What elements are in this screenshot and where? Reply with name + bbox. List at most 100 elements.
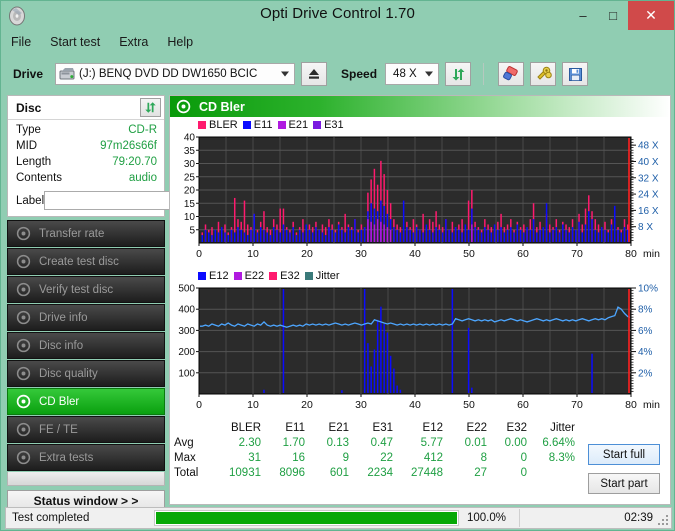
disc-row-contents: Contents audio	[16, 172, 157, 188]
sidebar-item-label: Create test disc	[39, 255, 119, 268]
resize-grip[interactable]	[657, 514, 668, 525]
table-row: Total 10931 8096 601 2234 27448 27 0	[172, 465, 580, 480]
svg-text:4%: 4%	[638, 347, 653, 358]
stats-max-e11: 16	[292, 451, 305, 464]
svg-text:50: 50	[463, 248, 475, 260]
svg-text:100: 100	[178, 368, 195, 379]
disc-label-key: Label	[16, 194, 45, 207]
legend-label: E32	[280, 269, 300, 282]
svg-text:20: 20	[301, 399, 313, 411]
menu-item-help[interactable]: Help	[167, 35, 193, 49]
refresh-icon	[452, 68, 465, 80]
tools-button[interactable]	[530, 62, 557, 86]
legend-label: E12	[209, 269, 229, 282]
stats-avg-jitter: 6.64%	[542, 436, 575, 449]
legend-item-jitter: Jitter	[304, 269, 340, 282]
start-full-button[interactable]: Start full	[588, 444, 660, 465]
sidebar-nav: Transfer rate Create test disc Verify te…	[7, 220, 165, 486]
legend-swatch	[269, 271, 278, 280]
disc-properties: Type CD-R MID 97m26s66f Length 79:20.70 …	[8, 120, 249, 216]
svg-text:48 X: 48 X	[638, 141, 659, 152]
menu-item-start-test[interactable]: Start test	[50, 35, 100, 49]
save-button[interactable]	[562, 62, 589, 86]
stats-total-jitter	[532, 465, 580, 480]
legend-item-e32: E32	[269, 270, 300, 282]
stats-row-total-label: Total	[174, 466, 199, 479]
refresh-button[interactable]	[445, 62, 472, 86]
start-part-button[interactable]: Start part	[588, 473, 660, 494]
disc-row-type: Type CD-R	[16, 124, 157, 140]
erase-button[interactable]	[498, 62, 525, 86]
disc-info-icon	[16, 338, 32, 354]
svg-text:40: 40	[409, 248, 421, 260]
cd-bler-icon	[176, 99, 191, 114]
stats-total-bler: 10931	[229, 466, 261, 479]
close-button[interactable]: ✕	[628, 1, 674, 30]
extra-tests-icon	[16, 450, 32, 466]
e12-jitter-plot: 100 200 300 400 500 0 10 20 30 40 50 60 70 80 min 2% 4% 6…	[178, 284, 660, 411]
e12-jitter-chart: E12 E22 E32 Jitter 100 200 300 400 500 0 10 20 3…	[170, 268, 670, 418]
svg-text:6%: 6%	[638, 326, 653, 337]
sidebar-item-disc-quality[interactable]: Disc quality	[7, 360, 165, 387]
svg-text:min: min	[643, 248, 660, 260]
svg-text:32 X: 32 X	[638, 173, 659, 184]
stats-row-avg-label: Avg	[174, 436, 194, 449]
svg-text:40: 40	[409, 399, 421, 411]
table-row: Avg 2.30 1.70 0.13 0.47 5.77 0.01 0.00 6…	[172, 435, 580, 450]
stats-col-e12: E12	[422, 422, 443, 434]
speed-select-value: 48 X	[393, 68, 417, 80]
sidebar-item-transfer-rate[interactable]: Transfer rate	[7, 220, 165, 247]
svg-text:10%: 10%	[638, 284, 658, 295]
legend-item-e21: E21	[277, 119, 308, 131]
drive-select[interactable]: (J:) BENQ DVD DD DW1650 BCIC	[55, 63, 296, 85]
sidebar-nav-filler	[7, 472, 165, 486]
elapsed-time: 02:39	[624, 512, 653, 524]
disc-row-length-value: 79:20.70	[112, 156, 157, 168]
eject-button[interactable]	[301, 62, 328, 86]
disc-row-length: Length 79:20.70	[16, 156, 157, 172]
stats-total-e31: 2234	[367, 466, 393, 479]
sidebar-item-label: FE / TE	[39, 423, 78, 436]
legend-label: Jitter	[315, 269, 340, 282]
menu-item-extra[interactable]: Extra	[119, 35, 148, 49]
svg-text:30: 30	[184, 159, 196, 170]
drive-label: Drive	[13, 67, 44, 81]
sidebar-item-cd-bler[interactable]: CD Bler	[7, 388, 165, 415]
sidebar-item-label: Verify test disc	[39, 283, 114, 296]
stats-max-bler: 31	[248, 451, 261, 464]
svg-text:0: 0	[196, 399, 202, 411]
svg-text:50: 50	[463, 399, 475, 411]
sidebar-item-disc-info[interactable]: Disc info	[7, 332, 165, 359]
sidebar-item-create-test-disc[interactable]: Create test disc	[7, 248, 165, 275]
speed-select[interactable]: 48 X	[385, 63, 440, 85]
legend-item-bler: BLER	[198, 119, 238, 131]
sidebar-item-extra-tests[interactable]: Extra tests	[7, 444, 165, 471]
stats-total-e22: 27	[474, 466, 487, 479]
menu-bar: File Start test Extra Help	[1, 30, 674, 54]
stats-max-e32: 0	[520, 451, 527, 464]
app-window: Opti Drive Control 1.70 – □ ✕ File Start…	[0, 0, 675, 531]
title-bar: Opti Drive Control 1.70 – □ ✕	[1, 1, 674, 30]
stats-grid: BLER E11 E21 E31 E12 E22 E32 Jitter Avg …	[172, 422, 580, 480]
drive-select-value: (J:) BENQ DVD DD DW1650 BCIC	[79, 68, 258, 80]
sidebar: Disc Type CD-R MID 97m26s66f Length 79:2…	[7, 95, 249, 512]
minimize-button[interactable]: –	[568, 1, 598, 30]
main-panel: CD Bler BLER E11 E21 E31 5 10 15 20 25 30 35 40…	[169, 95, 671, 505]
sidebar-item-drive-info[interactable]: Drive info	[7, 304, 165, 331]
stats-total-e12: 27448	[411, 466, 443, 479]
menu-item-file[interactable]: File	[11, 35, 31, 49]
sidebar-item-fe-te[interactable]: FE / TE	[7, 416, 165, 443]
sidebar-item-verify-test-disc[interactable]: Verify test disc	[7, 276, 165, 303]
sidebar-item-label: Disc quality	[39, 367, 98, 380]
window-controls: – □ ✕	[568, 1, 674, 30]
stats-total-e32: 0	[520, 466, 527, 479]
stats-corner	[172, 422, 218, 435]
disc-refresh-button[interactable]	[140, 98, 161, 117]
svg-text:300: 300	[178, 326, 195, 337]
svg-text:10: 10	[184, 212, 196, 223]
sidebar-item-label: Extra tests	[39, 451, 94, 464]
stats-col-e11: E11	[285, 422, 305, 434]
maximize-button[interactable]: □	[598, 1, 628, 30]
sidebar-item-label: Drive info	[39, 311, 88, 324]
svg-text:24 X: 24 X	[638, 190, 659, 201]
